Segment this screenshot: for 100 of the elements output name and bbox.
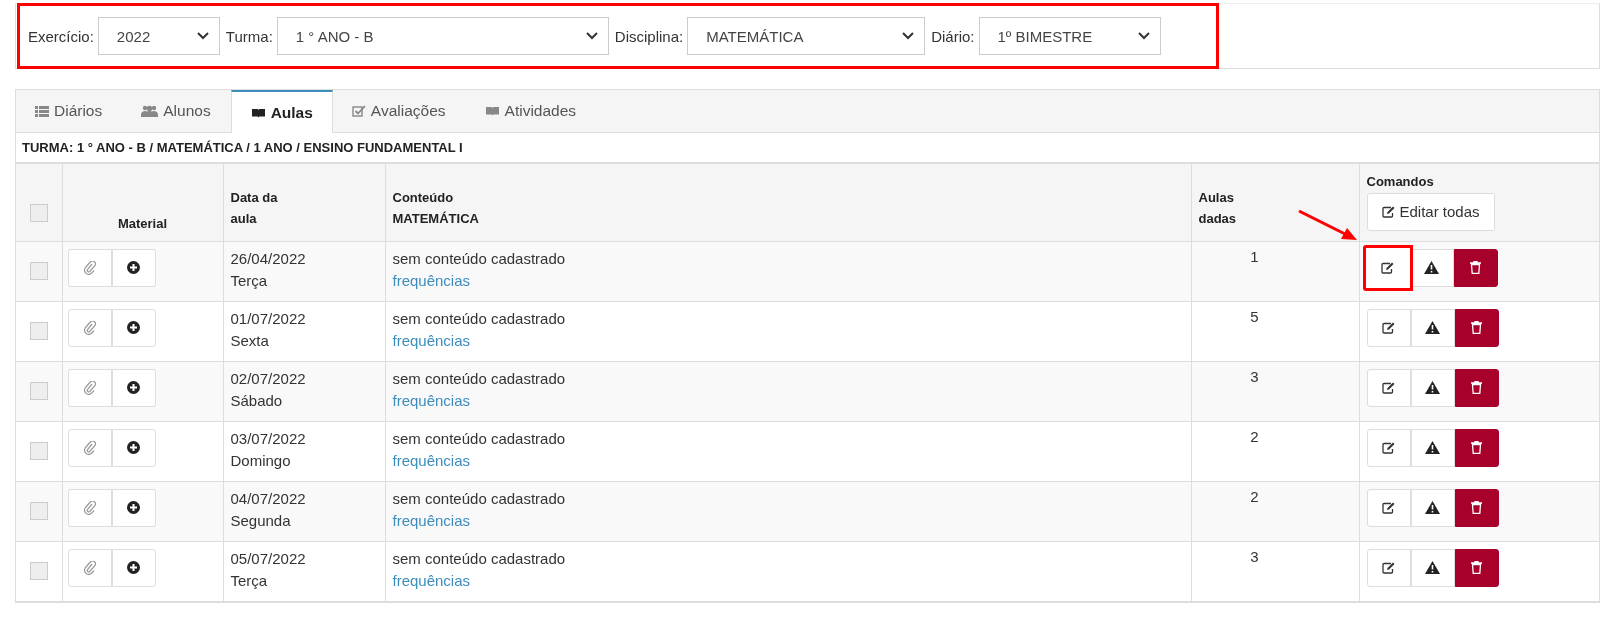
lesson-date: 02/07/2022	[230, 368, 307, 389]
lessons-count: 2	[1250, 487, 1259, 505]
edit-icon	[1382, 501, 1395, 514]
delete-button[interactable]	[1454, 488, 1499, 527]
lesson-content: sem conteúdo cadastrado	[392, 308, 567, 329]
paperclip-icon	[83, 380, 96, 395]
paperclip-icon	[83, 260, 96, 275]
row-checkbox[interactable]	[29, 501, 48, 520]
edit-icon	[1382, 321, 1395, 334]
attendance-link[interactable]: frequências	[392, 451, 471, 469]
add-button[interactable]	[111, 308, 156, 347]
lesson-date: 05/07/2022	[230, 548, 307, 569]
column-header: Data da aula	[223, 163, 385, 242]
tab[interactable]: Atividades	[465, 90, 597, 132]
delete-button[interactable]	[1453, 248, 1498, 287]
warning-button[interactable]	[1410, 488, 1455, 527]
class-title: TURMA: 1 ° ANO - B / MATEMÁTICA / 1 ANO / ENSINO FUNDAMENTAL I	[16, 133, 1599, 163]
paperclip-icon	[83, 560, 96, 575]
delete-button[interactable]	[1454, 548, 1499, 587]
checkbox-icon	[351, 105, 366, 117]
tab[interactable]: Alunos	[122, 90, 231, 132]
lesson-date: 03/07/2022	[230, 428, 307, 449]
book-icon	[250, 106, 266, 119]
warning-button[interactable]	[1410, 308, 1455, 347]
row-checkbox[interactable]	[29, 261, 48, 280]
plus-circle-icon	[127, 501, 140, 515]
trash-icon	[1471, 381, 1482, 395]
warning-icon	[1425, 381, 1440, 395]
edit-icon	[1382, 561, 1395, 574]
paperclip-icon	[83, 440, 96, 455]
lesson-weekday: Terça	[230, 270, 269, 291]
filter-label: Diário:	[931, 27, 975, 45]
chevron-down-icon	[196, 32, 209, 40]
list-icon	[35, 105, 49, 117]
warning-button[interactable]	[1410, 548, 1455, 587]
lesson-weekday: Terça	[230, 570, 269, 591]
warning-icon	[1424, 261, 1439, 275]
filter-label: Disciplina:	[614, 27, 684, 45]
row-checkbox[interactable]	[29, 321, 48, 340]
attendance-link[interactable]: frequências	[392, 391, 471, 409]
tab[interactable]: Diários	[16, 90, 123, 132]
filter-select[interactable]: 2022	[97, 17, 220, 55]
users-icon	[141, 105, 159, 117]
add-button[interactable]	[111, 368, 156, 407]
filter-select[interactable]: 1º BIMESTRE	[978, 17, 1161, 55]
select-all-checkbox[interactable]	[29, 203, 48, 222]
add-button[interactable]	[111, 428, 156, 467]
add-button[interactable]	[111, 248, 156, 287]
trash-icon	[1471, 441, 1482, 455]
edit-icon	[1381, 261, 1394, 274]
add-button[interactable]	[111, 548, 156, 587]
paperclip-icon	[83, 500, 96, 515]
tab[interactable]: Aulas	[230, 90, 333, 133]
row-checkbox[interactable]	[29, 441, 48, 460]
row-checkbox[interactable]	[29, 561, 48, 580]
attendance-link[interactable]: frequências	[392, 571, 471, 589]
delete-button[interactable]	[1454, 428, 1499, 467]
add-button[interactable]	[111, 488, 156, 527]
chevron-down-icon	[585, 32, 598, 40]
filter-label: Turma:	[225, 27, 273, 45]
tab[interactable]: Avaliações	[332, 90, 466, 132]
lesson-content: sem conteúdo cadastrado	[392, 248, 567, 269]
warning-icon	[1425, 321, 1440, 335]
edit-all-button[interactable]: Editar todas	[1366, 192, 1495, 231]
lesson-content: sem conteúdo cadastrado	[392, 428, 567, 449]
column-header: Material	[62, 163, 223, 242]
lesson-weekday: Sexta	[230, 330, 270, 351]
edit-icon	[1382, 381, 1395, 394]
trash-icon	[1471, 501, 1482, 515]
lessons-count: 2	[1250, 427, 1259, 445]
book-icon	[484, 105, 500, 117]
delete-button[interactable]	[1454, 368, 1499, 407]
lesson-date: 01/07/2022	[230, 308, 307, 329]
lessons-count: 3	[1250, 367, 1259, 385]
lesson-content: sem conteúdo cadastrado	[392, 488, 567, 509]
attendance-link[interactable]: frequências	[392, 331, 471, 349]
lesson-content: sem conteúdo cadastrado	[392, 368, 567, 389]
lesson-date: 26/04/2022	[230, 248, 307, 269]
warning-button[interactable]	[1410, 368, 1455, 407]
column-header: Comandos	[1366, 173, 1435, 190]
edit-button[interactable]	[1362, 244, 1413, 291]
plus-circle-icon	[127, 381, 140, 395]
filter-select[interactable]: MATEMÁTICA	[687, 17, 926, 55]
filter-select[interactable]: 1 ° ANO - B	[276, 17, 609, 55]
paperclip-icon	[83, 320, 96, 335]
lessons-count: 1	[1250, 247, 1259, 265]
lesson-weekday: Domingo	[230, 450, 292, 471]
delete-button[interactable]	[1454, 308, 1499, 347]
warning-icon	[1425, 501, 1440, 515]
lesson-content: sem conteúdo cadastrado	[392, 548, 567, 569]
row-checkbox[interactable]	[29, 381, 48, 400]
edit-icon	[1382, 441, 1395, 454]
warning-button[interactable]	[1410, 428, 1455, 467]
plus-circle-icon	[127, 561, 140, 575]
plus-circle-icon	[127, 321, 140, 335]
attendance-link[interactable]: frequências	[392, 271, 471, 289]
lessons-count: 3	[1250, 547, 1259, 565]
attendance-link[interactable]: frequências	[392, 511, 471, 529]
trash-icon	[1471, 321, 1482, 335]
plus-circle-icon	[127, 441, 140, 455]
